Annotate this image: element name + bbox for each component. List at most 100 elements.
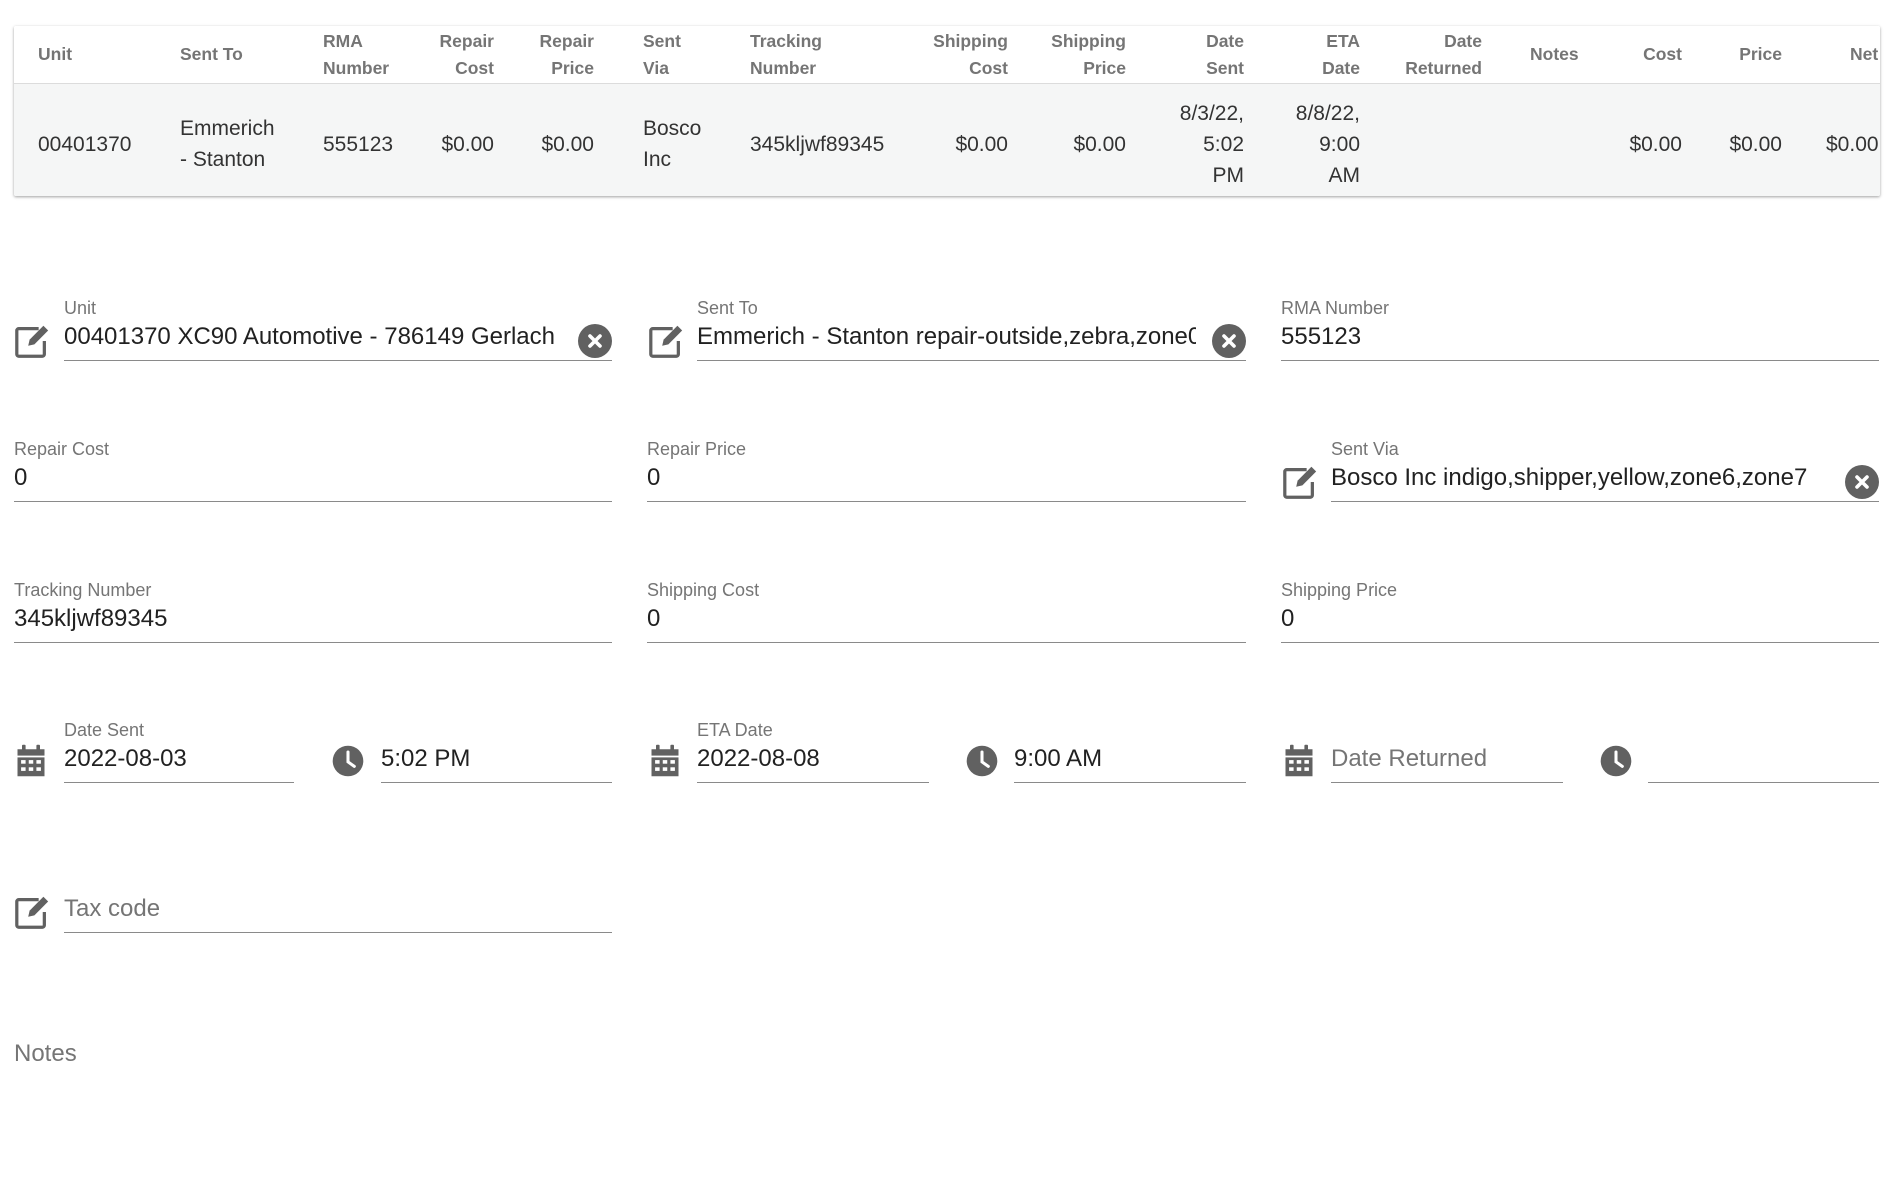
- col-shipping-price[interactable]: Shipping Price: [1030, 26, 1126, 83]
- cell-line: Inc: [643, 148, 672, 171]
- sent-via-edit-icon[interactable]: [1281, 463, 1319, 501]
- shipping-cost-underline: [647, 642, 1246, 643]
- shipping-price-field[interactable]: Shipping Price 0: [1281, 580, 1879, 650]
- tax-code-input[interactable]: Tax code: [64, 894, 612, 924]
- cell-line: Returned: [1405, 57, 1482, 78]
- col-unit[interactable]: Unit: [38, 26, 158, 83]
- date-sent-time-input[interactable]: 5:02 PM: [381, 744, 612, 774]
- cell-line: Price: [551, 57, 594, 78]
- tracking-number-field[interactable]: Tracking Number 345kljwf89345: [14, 580, 612, 650]
- cell-line: $0.00: [955, 132, 1008, 156]
- date-returned-field[interactable]: Date Returned: [1331, 720, 1563, 790]
- sent-via-input[interactable]: Bosco Inc indigo,shipper,yellow,zone6,zo…: [1331, 463, 1829, 493]
- unit-underline: [64, 360, 612, 361]
- eta-date-clock-icon[interactable]: [964, 743, 1000, 779]
- unit-label: Unit: [64, 298, 97, 318]
- repair-price-field[interactable]: Repair Price 0: [647, 439, 1246, 509]
- cell-line: Date: [1444, 30, 1482, 51]
- col-rma-number[interactable]: RMA Number: [323, 26, 413, 83]
- unit-edit-icon[interactable]: [13, 322, 51, 360]
- repair-cost-input[interactable]: 0: [14, 463, 612, 493]
- col-price[interactable]: Price: [1714, 26, 1782, 83]
- cell-line: Via: [643, 57, 669, 78]
- date-returned-clock-icon[interactable]: [1598, 743, 1634, 779]
- tax-code-field[interactable]: Tax code: [64, 870, 612, 940]
- unit-field[interactable]: Unit 00401370 XC90 Automotive - 786149 G…: [64, 298, 612, 368]
- repair-price-input[interactable]: 0: [647, 463, 1246, 493]
- cell-line: Sent: [1206, 57, 1244, 78]
- shipping-cost-field[interactable]: Shipping Cost 0: [647, 580, 1246, 650]
- cell-line: Tracking: [750, 30, 822, 51]
- cell-line: ETA: [1326, 30, 1360, 51]
- date-returned-time-input[interactable]: [1648, 744, 1879, 774]
- date-sent-label: Date Sent: [64, 720, 145, 740]
- cell-line: 5:02: [1203, 132, 1244, 156]
- table-header: Unit Sent To RMA Number Repair Cost Repair…: [14, 26, 1880, 84]
- cell-line: Price: [1083, 57, 1126, 78]
- col-date-sent[interactable]: Date Sent: [1174, 26, 1244, 83]
- cell-repair-cost: $0.00: [414, 84, 494, 196]
- table-row[interactable]: 00401370 Emmerich - Stanton 555123 $0.00 …: [14, 84, 1880, 196]
- date-sent-input[interactable]: 2022-08-03: [64, 744, 294, 774]
- date-sent-clock-icon[interactable]: [330, 743, 366, 779]
- shipping-cost-label: Shipping Cost: [647, 580, 760, 600]
- cell-line: - Stanton: [180, 148, 266, 171]
- col-net[interactable]: Net: [1850, 26, 1880, 83]
- cell-line: Shipping: [933, 30, 1008, 51]
- col-sent-to[interactable]: Sent To: [180, 26, 300, 83]
- cell-line: Cost: [455, 57, 494, 78]
- date-sent-field[interactable]: Date Sent 2022-08-03: [64, 720, 294, 790]
- eta-time-input[interactable]: 9:00 AM: [1014, 744, 1246, 774]
- cell-line: RMA: [323, 30, 363, 51]
- eta-date-field[interactable]: ETA Date 2022-08-08: [697, 720, 929, 790]
- shipping-price-input[interactable]: 0: [1281, 604, 1879, 634]
- col-repair-price[interactable]: Repair Price: [514, 26, 594, 83]
- cell-shipping-cost: $0.00: [914, 84, 1008, 196]
- rma-number-field[interactable]: RMA Number 555123: [1281, 298, 1879, 368]
- cell-date-sent: 8/3/22, 5:02 PM: [1164, 84, 1244, 196]
- sent-to-underline: [697, 360, 1246, 361]
- col-tracking-number[interactable]: Tracking Number: [750, 26, 870, 83]
- col-eta-date[interactable]: ETA Date: [1290, 26, 1360, 83]
- sent-via-field[interactable]: Sent Via Bosco Inc indigo,shipper,yellow…: [1331, 439, 1879, 509]
- date-sent-time-field[interactable]: 5:02 PM: [381, 720, 612, 790]
- date-returned-calendar-icon[interactable]: [1281, 742, 1317, 780]
- col-date-returned[interactable]: Date Returned: [1384, 26, 1482, 83]
- cell-line: Number: [323, 57, 390, 78]
- date-returned-input[interactable]: Date Returned: [1331, 744, 1563, 774]
- tracking-number-input[interactable]: 345kljwf89345: [14, 604, 612, 634]
- date-sent-calendar-icon[interactable]: [13, 742, 49, 780]
- sent-to-edit-icon[interactable]: [647, 322, 685, 360]
- cell-line: $0.00: [441, 132, 494, 156]
- unit-input[interactable]: 00401370 XC90 Automotive - 786149 Gerlac…: [64, 322, 562, 352]
- cell-line: Emmerich: [180, 117, 275, 140]
- eta-date-input[interactable]: 2022-08-08: [697, 744, 929, 774]
- col-shipping-cost[interactable]: Shipping Cost: [914, 26, 1008, 83]
- repair-cost-field[interactable]: Repair Cost 0: [14, 439, 612, 509]
- cell-eta-date: 8/8/22, 9:00 AM: [1280, 84, 1360, 196]
- cell-tracking-number: 345kljwf89345: [750, 84, 900, 196]
- tax-code-edit-icon[interactable]: [13, 893, 51, 931]
- cell-line: Number: [750, 57, 817, 78]
- col-notes[interactable]: Notes: [1530, 26, 1600, 83]
- cell-line: Cost: [1643, 44, 1682, 64]
- col-cost[interactable]: Cost: [1614, 26, 1682, 83]
- date-returned-time-field[interactable]: [1648, 720, 1879, 790]
- eta-date-calendar-icon[interactable]: [647, 742, 683, 780]
- cell-line: 8/3/22,: [1179, 101, 1244, 125]
- col-sent-via[interactable]: Sent Via: [643, 26, 713, 83]
- cell-line: Net: [1850, 44, 1879, 64]
- sent-via-clear-icon[interactable]: [1845, 465, 1879, 499]
- cell-line: Notes: [1530, 44, 1579, 64]
- sent-to-field[interactable]: Sent To Emmerich - Stanton repair-outsid…: [697, 298, 1246, 368]
- eta-time-field[interactable]: 9:00 AM: [1014, 720, 1246, 790]
- cell-line: Shipping: [1051, 30, 1126, 51]
- repairs-table: Unit Sent To RMA Number Repair Cost Repair…: [14, 26, 1880, 196]
- col-repair-cost[interactable]: Repair Cost: [414, 26, 494, 83]
- unit-clear-icon[interactable]: [578, 324, 612, 358]
- cell-line: $0.00: [1826, 132, 1879, 156]
- rma-number-input[interactable]: 555123: [1281, 322, 1879, 352]
- sent-to-input[interactable]: Emmerich - Stanton repair-outside,zebra,…: [697, 322, 1196, 352]
- shipping-cost-input[interactable]: 0: [647, 604, 1246, 634]
- sent-to-clear-icon[interactable]: [1212, 324, 1246, 358]
